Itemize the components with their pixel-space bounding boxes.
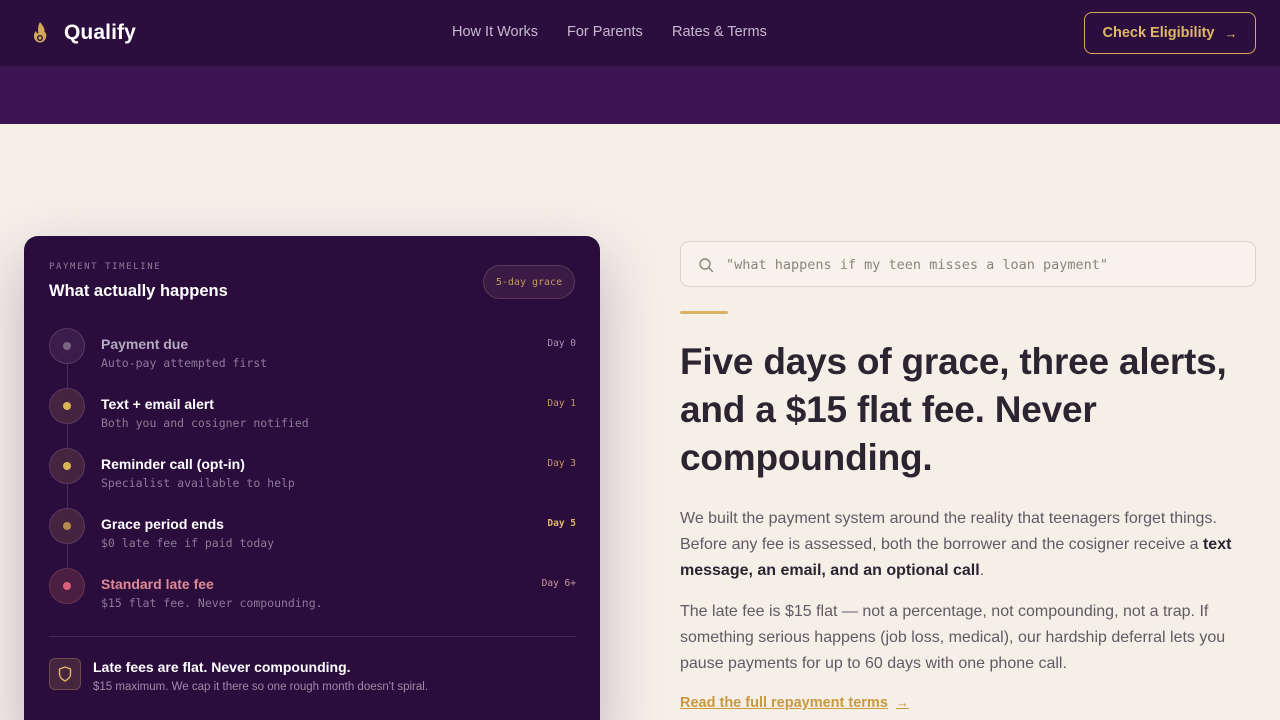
timeline-step-payment-due: Payment due Auto-pay attempted first Day…: [49, 328, 576, 388]
payment-timeline-card: PAYMENT TIMELINE What actually happens 5…: [24, 236, 600, 720]
status-dot: [63, 522, 71, 530]
step-marker: [49, 388, 85, 424]
header-band: [0, 66, 1280, 124]
note-title: Late fees are flat. Never compounding.: [93, 659, 351, 675]
late-fee-paragraph: The late fee is $15 flat — not a percent…: [680, 603, 1226, 672]
read-repayment-terms-link[interactable]: Read the full repayment terms →: [680, 695, 909, 711]
step-subtitle: Specialist available to help: [101, 476, 295, 490]
arrow-right-icon: →: [1224, 25, 1238, 41]
step-marker: [49, 328, 85, 364]
card-divider: [49, 636, 576, 637]
shield-icon: [49, 658, 81, 690]
step-title: Reminder call (opt-in): [101, 456, 245, 472]
accent-divider: [680, 311, 728, 314]
step-day: Day 3: [547, 458, 576, 469]
page-headline: Five days of grace, three alerts, and a …: [680, 341, 1227, 478]
step-title: Text + email alert: [101, 396, 214, 412]
flame-icon: [33, 22, 47, 43]
intro-paragraph: We built the payment system around the r…: [680, 506, 1260, 584]
step-subtitle: Both you and cosigner notified: [101, 416, 309, 430]
nav-for-parents[interactable]: For Parents: [567, 24, 643, 40]
status-dot: [63, 582, 71, 590]
step-title: Payment due: [101, 336, 189, 352]
step-title: Grace period ends: [101, 516, 224, 532]
timeline-step-grace-ends: Grace period ends $0 late fee if paid to…: [49, 508, 576, 568]
nav-rates-terms[interactable]: Rates & Terms: [672, 24, 767, 40]
step-day: Day 5: [547, 518, 576, 529]
nav-how-it-works[interactable]: How It Works: [452, 24, 538, 40]
check-eligibility-button[interactable]: Check Eligibility →: [1084, 12, 1256, 54]
step-subtitle: Auto-pay attempted first: [101, 356, 268, 370]
step-marker: [49, 508, 85, 544]
search-icon: [699, 258, 714, 273]
status-dot: [63, 402, 71, 410]
card-eyebrow: PAYMENT TIMELINE: [49, 262, 162, 272]
note-subtitle: $15 maximum. We cap it there so one roug…: [93, 681, 429, 693]
step-day: Day 0: [547, 338, 576, 349]
status-dot: [63, 342, 71, 350]
brand-logo[interactable]: Qualify: [30, 20, 136, 46]
status-dot: [63, 462, 71, 470]
check-eligibility-label: Check Eligibility: [1102, 25, 1215, 41]
step-day: Day 1: [547, 398, 576, 409]
timeline-step-reminder-call: Reminder call (opt-in) Specialist availa…: [49, 448, 576, 508]
step-day: Day 6+: [541, 578, 576, 589]
search-query-text: "what happens if my teen misses a loan p…: [726, 257, 1109, 273]
intro-end: .: [979, 562, 985, 579]
intro-text: We built the payment system around the r…: [680, 510, 1217, 553]
step-marker: [49, 568, 85, 604]
step-subtitle: $15 flat fee. Never compounding.: [101, 596, 323, 610]
arrow-right-icon: →: [895, 695, 909, 710]
search-query-box[interactable]: "what happens if my teen misses a loan p…: [680, 241, 1256, 287]
grace-period-badge: 5-day grace: [483, 265, 575, 299]
step-marker: [49, 448, 85, 484]
step-subtitle: $0 late fee if paid today: [101, 536, 275, 550]
read-link-label: Read the full repayment terms: [680, 695, 888, 711]
timeline-step-late-fee: Standard late fee $15 flat fee. Never co…: [49, 568, 576, 628]
card-title: What actually happens: [49, 282, 228, 300]
brand-name: Qualify: [64, 21, 136, 44]
step-title: Standard late fee: [101, 576, 214, 592]
timeline-step-alert: Text + email alert Both you and cosigner…: [49, 388, 576, 448]
